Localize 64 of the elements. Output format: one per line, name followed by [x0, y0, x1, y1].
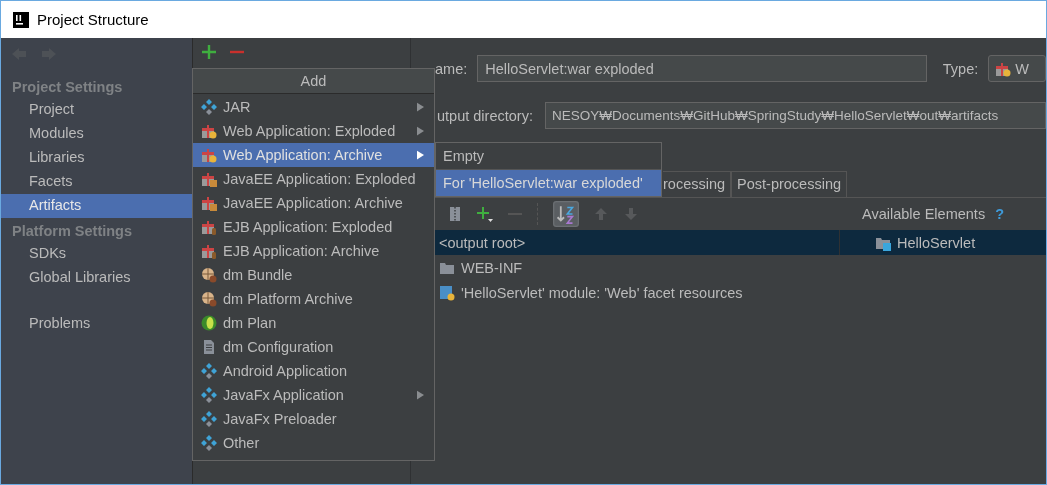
sidebar-item[interactable]: Libraries [1, 146, 192, 170]
menu-item[interactable]: Other [193, 431, 434, 455]
bundle-icon [201, 267, 217, 283]
sidebar-item[interactable]: Project [1, 98, 192, 122]
menu-item[interactable]: Android Application [193, 359, 434, 383]
output-directory-field[interactable]: NESOY₩Documents₩GitHub₩SpringStudy₩HelloServlet₩out₩artifacts [544, 102, 1046, 129]
sidebar-item[interactable]: SDKs [1, 242, 192, 266]
menu-item[interactable]: JavaFx Application [193, 383, 434, 407]
menu-item[interactable]: JavaEE Application: Exploded [193, 167, 434, 191]
menu-item[interactable]: JavaEE Application: Archive [193, 191, 434, 215]
name-label: ame: [435, 60, 468, 77]
diamond-icon [201, 363, 217, 379]
menu-title: Add [193, 69, 434, 94]
sidebar-section-header: Platform Settings [11, 222, 134, 241]
tree-label: <output root> [439, 234, 526, 251]
diamond-icon [201, 387, 217, 403]
menu-item[interactable]: JavaFx Preloader [193, 407, 434, 431]
document-icon [201, 339, 217, 355]
move-up-icon[interactable] [593, 206, 609, 222]
tree-label: WEB-INF [461, 259, 523, 276]
name-field[interactable]: HelloServlet:war exploded [477, 55, 927, 82]
tree-row[interactable]: HelloServlet [839, 230, 1046, 255]
menu-item[interactable]: Web Application: Exploded [193, 119, 434, 143]
diamond-icon [201, 435, 217, 451]
help-icon[interactable]: ? [995, 206, 1004, 222]
sidebar-item[interactable]: Artifacts [1, 194, 192, 218]
sphere-icon [201, 315, 217, 331]
bundle-icon [201, 291, 217, 307]
sidebar-item[interactable]: Facets [1, 170, 192, 194]
window-title: Project Structure [37, 11, 149, 28]
sidebar-item[interactable]: Modules [1, 122, 192, 146]
sidebar-item[interactable]: Global Libraries [1, 266, 192, 290]
sidebar-section-header: Project Settings [11, 78, 124, 97]
module-icon [439, 284, 455, 301]
app-logo-icon [13, 11, 29, 28]
archive-icon[interactable] [447, 206, 463, 222]
tree-label: 'HelloServlet' module: 'Web' facet resources [461, 284, 743, 301]
menu-item[interactable]: JAR [193, 95, 434, 119]
available-elements-label: Available Elements [862, 206, 986, 222]
tab[interactable]: Post-processing [731, 171, 848, 197]
tree-label: HelloServlet [897, 234, 976, 251]
gift-icon [201, 219, 217, 235]
gift-icon [201, 243, 217, 259]
tab[interactable]: rocessing [663, 171, 732, 197]
output-directory-label: utput directory: [437, 107, 533, 124]
gift-icon [201, 147, 217, 163]
move-down-icon[interactable] [623, 206, 639, 222]
menu-item[interactable]: dm Configuration [193, 335, 434, 359]
type-label: Type: [942, 60, 979, 77]
diamond-icon [201, 99, 217, 115]
gift-icon [201, 171, 217, 187]
add-icon[interactable] [201, 44, 217, 60]
menu-item[interactable]: Empty [436, 143, 661, 169]
gift-icon [201, 195, 217, 211]
menu-item[interactable]: Web Application: Archive [193, 143, 434, 167]
gift-icon [201, 123, 217, 139]
gift-icon [995, 60, 1012, 77]
sidebar-item[interactable]: Problems [1, 312, 192, 336]
menu-item[interactable]: For 'HelloServlet:war exploded' [436, 169, 661, 196]
type-dropdown[interactable]: W [988, 55, 1046, 82]
sort-icon[interactable] [553, 201, 579, 227]
menu-item[interactable]: dm Plan [193, 311, 434, 335]
add-dropdown-icon[interactable] [477, 206, 493, 222]
diamond-icon [201, 411, 217, 427]
